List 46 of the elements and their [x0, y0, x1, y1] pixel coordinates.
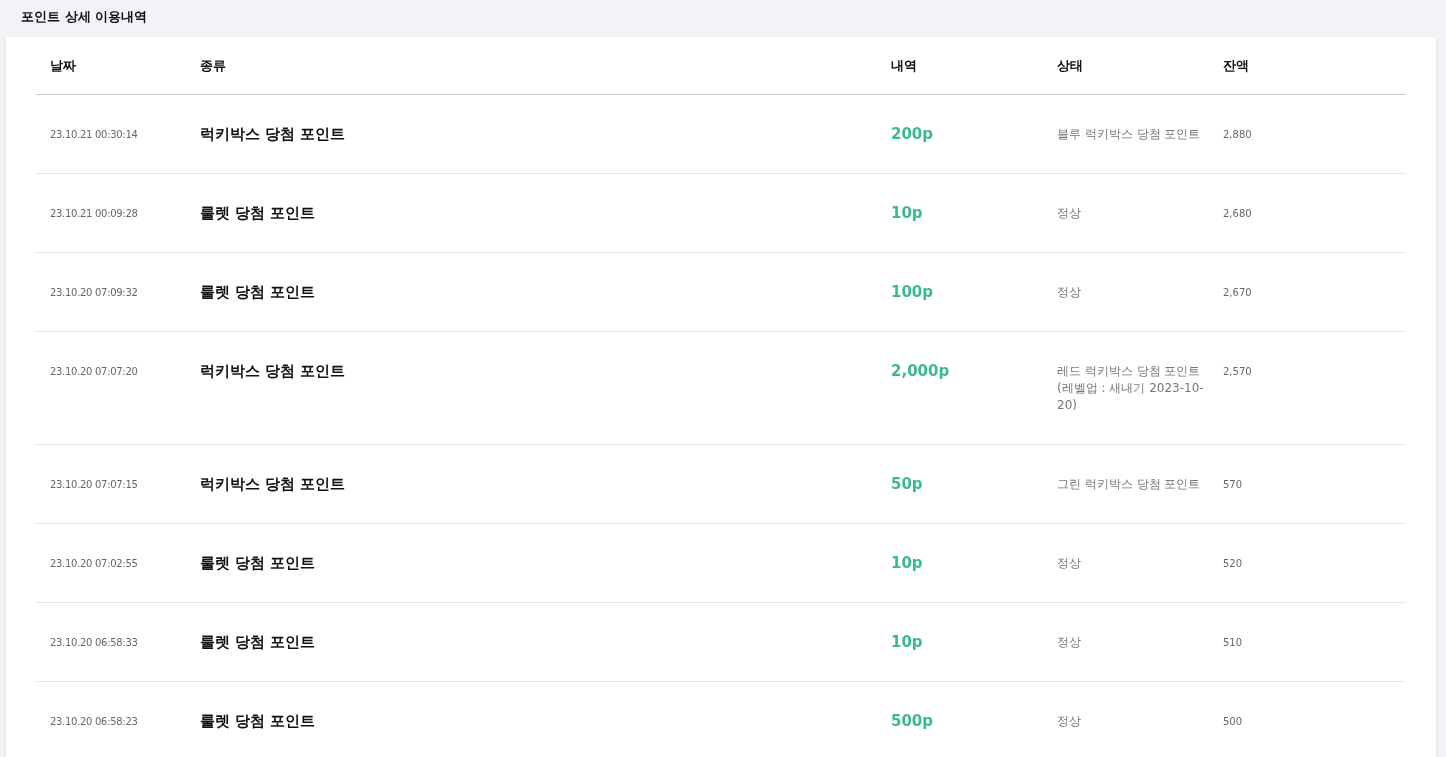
balance-cell-text: 2,680: [1223, 207, 1253, 221]
status-cell-text: 정상: [1057, 713, 1082, 730]
date-cell-text: 23.10.20 06:58:33: [49, 636, 139, 650]
type-cell-text: 룰렛 당첨 포인트: [200, 555, 317, 572]
amount-cell-text: 500p: [891, 713, 935, 730]
balance-cell-text: 520: [1223, 557, 1244, 571]
date-cell-text: 23.10.20 07:09:32: [49, 286, 139, 300]
amount-cell-text: 50p: [891, 476, 924, 493]
type-cell-text: 룰렛 당첨 포인트: [200, 713, 317, 730]
status-cell-text: 정상: [1057, 205, 1082, 222]
date-cell-text: 23.10.21 00:09:28: [49, 207, 139, 221]
type-cell-text: 럭키박스 당첨 포인트: [200, 363, 347, 380]
date-cell-text: 23.10.20 06:58:23: [49, 715, 139, 729]
column-header: 상태: [1057, 57, 1084, 74]
status-cell-text: 그린 럭키박스 당첨 포인트: [1057, 476, 1202, 493]
status-cell-text: 정상: [1057, 284, 1082, 301]
status-cell-text: 레드 럭키박스 당첨 포인트 (레벨업 : 새내기 2023-10-20): [1057, 363, 1205, 414]
type-cell-text: 럭키박스 당첨 포인트: [200, 476, 347, 493]
amount-cell-text: 10p: [891, 555, 924, 572]
amount-cell-text: 10p: [891, 205, 924, 222]
type-cell-text: 룰렛 당첨 포인트: [200, 634, 317, 651]
column-header: 날짜: [49, 57, 77, 74]
balance-cell-text: 570: [1223, 478, 1244, 492]
balance-cell-text: 500: [1223, 715, 1244, 729]
date-cell-text: 23.10.20 07:07:20: [49, 365, 139, 379]
column-header: 내역: [891, 57, 918, 74]
column-header: 종류: [200, 57, 227, 74]
balance-cell-text: 510: [1223, 636, 1244, 650]
amount-cell-text: 100p: [891, 284, 935, 301]
status-cell-text: 블루 럭키박스 당첨 포인트: [1057, 126, 1202, 143]
amount-cell-text: 200p: [891, 126, 935, 143]
status-cell-text: 정상: [1057, 555, 1082, 572]
type-cell-text: 룰렛 당첨 포인트: [200, 284, 317, 301]
type-cell-text: 럭키박스 당첨 포인트: [200, 126, 347, 143]
page-title: 포인트 상세 이용내역: [20, 8, 149, 26]
status-cell-text: 정상: [1057, 634, 1082, 651]
date-cell-text: 23.10.21 00:30:14: [49, 128, 139, 142]
amount-cell-text: 10p: [891, 634, 924, 651]
balance-cell-text: 2,880: [1223, 128, 1253, 142]
date-cell-text: 23.10.20 07:02:55: [49, 557, 139, 571]
date-cell-text: 23.10.20 07:07:15: [49, 478, 139, 492]
balance-cell-text: 2,670: [1223, 286, 1253, 300]
column-header: 잔액: [1223, 57, 1250, 74]
amount-cell-text: 2,000p: [891, 363, 951, 380]
type-cell-text: 룰렛 당첨 포인트: [200, 205, 317, 222]
balance-cell-text: 2,570: [1223, 365, 1253, 379]
